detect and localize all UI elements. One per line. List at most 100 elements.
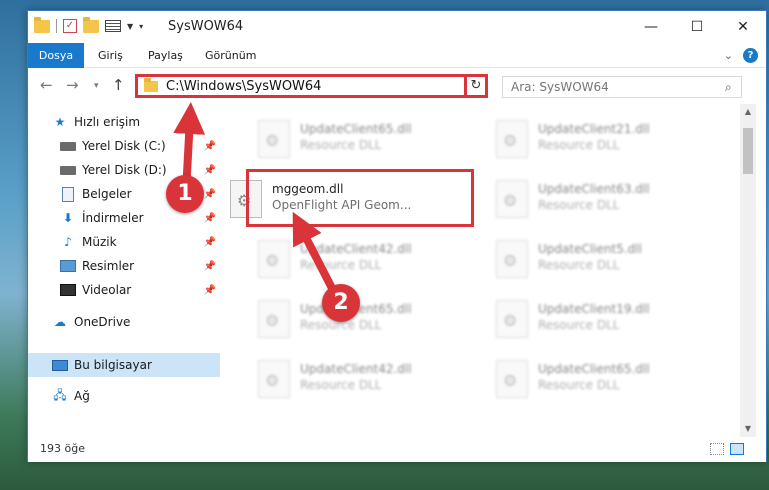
recent-locations-icon[interactable]: ▾: [94, 81, 99, 91]
file-name: UpdateClient42.dll: [300, 362, 412, 376]
properties-icon[interactable]: [105, 20, 121, 32]
folder-icon: [144, 77, 158, 92]
help-icon[interactable]: ?: [743, 48, 758, 63]
properties-check-icon[interactable]: ✓: [63, 19, 77, 33]
expand-ribbon-icon[interactable]: ⌄: [724, 49, 733, 62]
sidebar-item-disk-c[interactable]: Yerel Disk (C:) 📌: [28, 134, 220, 158]
search-icon[interactable]: ⌕: [725, 80, 732, 95]
up-arrow-icon[interactable]: ↑: [112, 76, 125, 94]
sidebar-item-quick-access[interactable]: ★ Hızlı erişim: [28, 110, 220, 134]
file-description: Resource DLL: [300, 378, 382, 392]
explorer-window: ✓ ▼ ▾ SysWOW64 — ☐ ✕ Dosya Giriş Paylaş …: [27, 10, 767, 462]
quick-access-toolbar: ✓ ▼ ▾: [34, 16, 143, 33]
list-item[interactable]: UpdateClient42.dll Resource DLL: [248, 352, 478, 404]
pin-icon[interactable]: 📌: [204, 261, 216, 272]
file-name: UpdateClient42.dll: [300, 242, 412, 256]
dll-file-icon: [258, 120, 290, 158]
picture-icon: [60, 259, 76, 273]
sidebar-item-videos[interactable]: Videolar 📌: [28, 278, 220, 302]
sidebar-item-label: Yerel Disk (D:): [82, 163, 167, 177]
list-item[interactable]: UpdateClient65.dll Resource DLL: [486, 352, 716, 404]
details-view-icon[interactable]: [710, 443, 724, 455]
scroll-down-icon[interactable]: ▼: [740, 421, 756, 437]
tab-gorunum[interactable]: Görünüm: [193, 43, 268, 68]
drive-icon: [60, 139, 76, 153]
scroll-thumb[interactable]: [743, 128, 753, 174]
divider: [56, 19, 57, 33]
scroll-up-icon[interactable]: ▲: [740, 104, 756, 120]
close-button[interactable]: ✕: [720, 11, 766, 43]
pin-icon[interactable]: 📌: [204, 213, 216, 224]
pin-icon[interactable]: 📌: [204, 141, 216, 152]
document-icon: [60, 186, 76, 202]
file-name: UpdateClient63.dll: [538, 182, 650, 196]
dll-file-icon: [496, 180, 528, 218]
title-bar: ✓ ▼ ▾ SysWOW64 — ☐ ✕: [28, 11, 766, 43]
download-icon: ⬇: [62, 211, 74, 225]
file-highlight-box: [246, 169, 474, 227]
sidebar-item-pictures[interactable]: Resimler 📌: [28, 254, 220, 278]
pin-icon[interactable]: 📌: [204, 285, 216, 296]
pin-icon[interactable]: 📌: [204, 237, 216, 248]
list-item[interactable]: UpdateClient65.dll Resource DLL: [248, 112, 478, 164]
dll-file-icon: [496, 360, 528, 398]
pin-icon[interactable]: 📌: [204, 189, 216, 200]
file-description: Resource DLL: [538, 318, 620, 332]
navigation-pane: ★ Hızlı erişim Yerel Disk (C:) 📌 Yerel D…: [28, 104, 220, 437]
search-input[interactable]: [502, 76, 742, 98]
music-icon: ♪: [64, 235, 72, 249]
minimize-button[interactable]: —: [628, 11, 674, 43]
list-item[interactable]: UpdateClient42.dll Resource DLL: [248, 232, 478, 284]
navigation-bar: ← → ▾ ↑ C:\Windows\SysWOW64 ⌄ ↻ ⌕: [28, 68, 766, 104]
video-icon: [60, 283, 76, 297]
sidebar-item-this-pc[interactable]: Bu bilgisayar: [28, 353, 220, 377]
dll-file-icon: [496, 300, 528, 338]
list-item[interactable]: UpdateClient19.dll Resource DLL: [486, 292, 716, 344]
star-icon: ★: [54, 115, 66, 129]
sidebar-item-label: Videolar: [82, 283, 132, 297]
step-badge-1: 1: [166, 175, 204, 213]
folder-icon: [34, 16, 50, 33]
back-arrow-icon[interactable]: ←: [40, 76, 53, 94]
vertical-scrollbar[interactable]: ▲ ▼: [740, 104, 756, 437]
new-folder-icon[interactable]: [83, 16, 99, 33]
pin-icon[interactable]: 📌: [204, 165, 216, 176]
tiles-view-icon[interactable]: [730, 443, 744, 455]
file-name: UpdateClient19.dll: [538, 302, 650, 316]
maximize-button[interactable]: ☐: [674, 11, 720, 43]
sidebar-item-label: Resimler: [82, 259, 135, 273]
file-description: Resource DLL: [300, 258, 382, 272]
dll-file-icon: [496, 240, 528, 278]
tab-paylas[interactable]: Paylaş: [136, 43, 195, 68]
list-item[interactable]: UpdateClient63.dll Resource DLL: [486, 172, 716, 224]
dll-file-icon: [258, 360, 290, 398]
status-bar: 193 öğe: [28, 437, 766, 462]
file-description: Resource DLL: [538, 198, 620, 212]
forward-arrow-icon[interactable]: →: [66, 76, 79, 94]
refresh-button[interactable]: ↻: [464, 74, 488, 98]
list-item[interactable]: UpdateClient21.dll Resource DLL: [486, 112, 716, 164]
file-description: Resource DLL: [538, 378, 620, 392]
sidebar-item-onedrive[interactable]: ☁ OneDrive: [28, 310, 220, 334]
customize-qat-icon[interactable]: ▾: [139, 22, 143, 31]
sidebar-item-label: Hızlı erişim: [74, 115, 141, 129]
address-bar[interactable]: C:\Windows\SysWOW64 ⌄: [135, 74, 488, 98]
tab-giris[interactable]: Giriş: [86, 43, 135, 68]
dll-file-icon: [258, 240, 290, 278]
ribbon: Dosya Giriş Paylaş Görünüm ⌄ ?: [28, 43, 766, 95]
file-name: UpdateClient5.dll: [538, 242, 642, 256]
computer-icon: [52, 358, 68, 372]
sidebar-item-label: Belgeler: [82, 187, 132, 201]
sidebar-item-label: Bu bilgisayar: [74, 358, 152, 372]
list-item[interactable]: UpdateClient5.dll Resource DLL: [486, 232, 716, 284]
sidebar-item-music[interactable]: ♪ Müzik 📌: [28, 230, 220, 254]
dll-file-icon: [258, 300, 290, 338]
address-path[interactable]: C:\Windows\SysWOW64: [166, 79, 469, 94]
sidebar-item-network[interactable]: 🖧 Ağ: [28, 384, 220, 408]
window-title: SysWOW64: [168, 19, 244, 34]
item-count: 193 öğe: [40, 442, 85, 455]
list-item[interactable]: UpdateClient65.dll Resource DLL: [248, 292, 478, 344]
sidebar-item-label: İndirmeler: [82, 211, 144, 225]
chevron-down-icon[interactable]: ▼: [127, 22, 133, 31]
file-description: Resource DLL: [300, 138, 382, 152]
